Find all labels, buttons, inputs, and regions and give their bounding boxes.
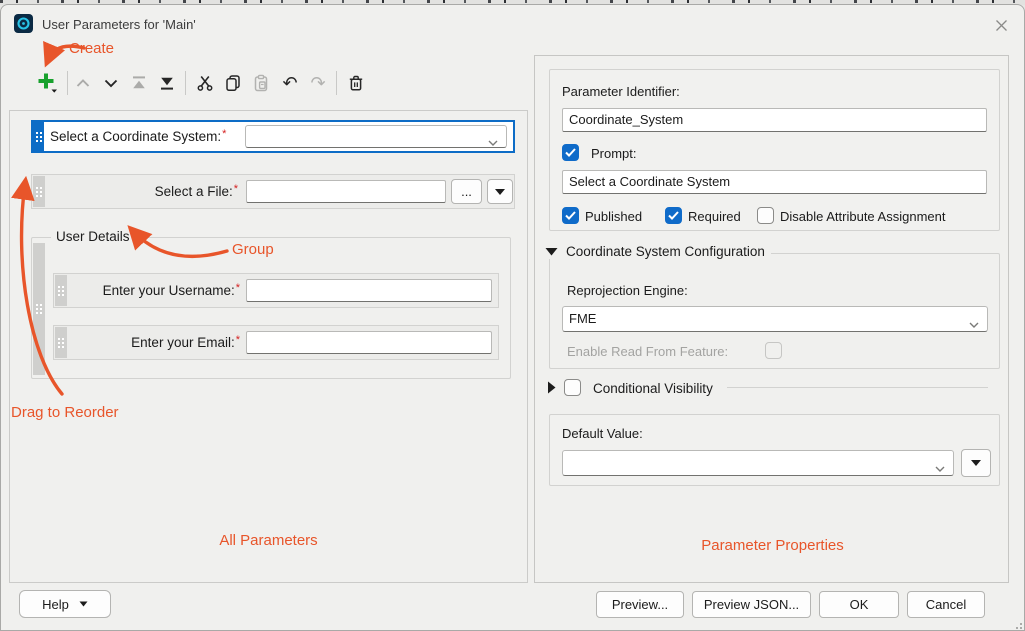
enable-read-from-feature-label: Enable Read From Feature: <box>567 344 728 359</box>
coordinate-system-select[interactable] <box>245 125 507 148</box>
parameter-row-email[interactable]: Enter your Email:* <box>53 325 499 360</box>
parameter-row-coordinate-system[interactable]: Select a Coordinate System:* <box>31 120 515 153</box>
move-to-top-icon[interactable] <box>125 69 153 97</box>
default-value-select[interactable] <box>562 450 954 476</box>
parameter-row-username[interactable]: Enter your Username:* <box>53 273 499 308</box>
drag-handle[interactable] <box>33 122 44 151</box>
browse-button[interactable]: ... <box>451 179 482 204</box>
required-asterisk: * <box>234 183 238 195</box>
parameter-label: Enter your Username:* <box>68 282 240 298</box>
drag-handle[interactable] <box>55 327 67 358</box>
screen: User Parameters for 'Main' <box>0 0 1025 631</box>
add-parameter-button[interactable] <box>32 69 64 97</box>
chevron-down-icon <box>935 460 945 475</box>
parameter-properties-panel: Parameter Identifier: Coordinate_System … <box>534 55 1009 583</box>
email-input[interactable] <box>246 331 492 354</box>
default-value-dropdown-button[interactable] <box>961 449 991 477</box>
parameter-properties-caption: Parameter Properties <box>535 537 1010 554</box>
drag-handle[interactable] <box>33 176 45 207</box>
group-annotation: Group <box>232 241 274 258</box>
parameter-label: Enter your Email:* <box>68 334 240 350</box>
resize-grip[interactable] <box>1012 623 1024 631</box>
required-label: Required <box>688 209 741 224</box>
fme-app-icon <box>14 14 33 33</box>
help-button[interactable]: Help <box>19 590 111 618</box>
username-input[interactable] <box>246 279 492 302</box>
group-drag-handle[interactable] <box>33 243 45 375</box>
all-parameters-caption: All Parameters <box>9 532 528 549</box>
disable-attribute-assignment-label: Disable Attribute Assignment <box>780 209 945 224</box>
undo-glyph: ↶ <box>282 73 297 94</box>
coordinate-config-header[interactable]: Coordinate System Configuration <box>545 244 771 259</box>
create-annotation: Create <box>69 40 114 57</box>
move-to-bottom-icon[interactable] <box>153 69 181 97</box>
ok-label: OK <box>850 597 869 612</box>
parameter-label-text: Enter your Username: <box>103 283 235 298</box>
close-icon[interactable] <box>987 12 1015 38</box>
move-down-icon[interactable] <box>97 69 125 97</box>
prompt-input[interactable]: Select a Coordinate System <box>562 170 987 194</box>
cut-icon[interactable] <box>191 69 219 97</box>
published-label: Published <box>585 209 642 224</box>
triangle-right-icon <box>547 381 556 394</box>
toolbar-separator <box>336 71 337 95</box>
undo-icon[interactable]: ↶ <box>276 69 304 97</box>
file-input[interactable] <box>246 180 446 203</box>
disable-attribute-assignment-checkbox[interactable] <box>757 207 774 224</box>
reprojection-engine-value: FME <box>569 311 596 326</box>
group-legend: User Details <box>51 229 135 244</box>
reprojection-engine-select[interactable]: FME <box>562 306 988 332</box>
preview-json-button[interactable]: Preview JSON... <box>692 591 811 618</box>
redo-icon[interactable]: ↷ <box>304 69 332 97</box>
coordinate-config-title: Coordinate System Configuration <box>566 244 765 259</box>
preview-button[interactable]: Preview... <box>596 591 684 618</box>
published-checkbox[interactable] <box>562 207 579 224</box>
redo-glyph: ↷ <box>310 73 325 94</box>
help-label: Help <box>42 597 69 612</box>
triangle-down-icon <box>545 247 558 256</box>
default-value-label: Default Value: <box>562 426 643 441</box>
toolbar-separator <box>67 71 68 95</box>
browse-label: ... <box>461 184 472 199</box>
cancel-button[interactable]: Cancel <box>907 591 985 618</box>
required-asterisk: * <box>222 128 226 140</box>
caret-down-icon <box>79 601 88 607</box>
preview-label: Preview... <box>612 597 668 612</box>
copy-icon[interactable] <box>219 69 247 97</box>
required-checkbox[interactable] <box>665 207 682 224</box>
section-rule <box>727 387 988 388</box>
required-asterisk: * <box>236 334 240 346</box>
reprojection-engine-label: Reprojection Engine: <box>567 283 688 298</box>
parameter-label: Select a File:* <box>62 183 238 199</box>
delete-icon[interactable] <box>342 69 370 97</box>
enable-read-from-feature-checkbox <box>765 342 782 359</box>
user-parameters-dialog: User Parameters for 'Main' <box>0 4 1025 631</box>
ok-button[interactable]: OK <box>819 591 899 618</box>
cancel-label: Cancel <box>926 597 966 612</box>
move-up-icon[interactable] <box>69 69 97 97</box>
required-asterisk: * <box>236 282 240 294</box>
prompt-checkbox[interactable] <box>562 144 579 161</box>
parameter-identifier-input[interactable]: Coordinate_System <box>562 108 987 132</box>
conditional-visibility-header[interactable] <box>547 381 562 394</box>
file-dropdown-button[interactable] <box>487 179 513 204</box>
chevron-down-icon <box>969 316 979 331</box>
drag-handle[interactable] <box>55 275 67 306</box>
preview-json-label: Preview JSON... <box>704 597 799 612</box>
chevron-down-icon <box>488 134 498 149</box>
window-title: User Parameters for 'Main' <box>42 17 196 32</box>
drag-to-reorder-annotation: Drag to Reorder <box>11 404 119 421</box>
toolbar-separator <box>185 71 186 95</box>
parameter-identifier-label: Parameter Identifier: <box>562 84 680 99</box>
prompt-label: Prompt: <box>591 146 637 161</box>
parameter-label-text: Select a Coordinate System: <box>50 129 221 144</box>
conditional-visibility-label: Conditional Visibility <box>593 381 713 396</box>
conditional-visibility-checkbox[interactable] <box>564 379 581 396</box>
parameter-label: Select a Coordinate System:* <box>50 128 226 144</box>
paste-icon[interactable] <box>247 69 275 97</box>
parameter-label-text: Enter your Email: <box>131 335 235 350</box>
parameter-label-text: Select a File: <box>155 184 233 199</box>
parameter-row-file[interactable]: Select a File:* ... <box>31 174 515 209</box>
